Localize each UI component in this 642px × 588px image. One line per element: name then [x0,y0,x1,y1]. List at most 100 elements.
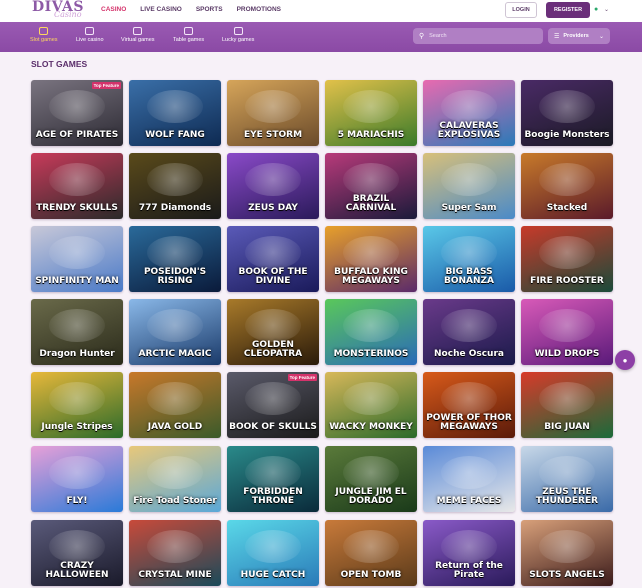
game-tile[interactable]: BIG JUAN [521,372,613,438]
game-tile[interactable]: ZEUS DAY [227,153,319,219]
login-button[interactable]: LOGIN [505,2,537,18]
providers-label: Providers [563,33,589,39]
game-tile[interactable]: FLY! [31,446,123,512]
game-title: ZEUS THE THUNDERER [535,487,599,506]
category-live-casino[interactable]: Live casino [76,27,104,49]
filter-icon: ☰ [554,33,560,40]
game-tile[interactable]: WOLF FANG [129,80,221,146]
game-tile[interactable]: EYE STORM [227,80,319,146]
game-tile[interactable]: Fire Toad Stoner [129,446,221,512]
tile-artwork [539,455,595,489]
game-title: Dragon Hunter [39,349,115,359]
game-tile[interactable]: BRAZIL CARNIVAL [325,153,417,219]
game-tile[interactable]: Stacked [521,153,613,219]
tile-artwork [343,529,399,563]
game-tile[interactable]: BOOK OF SKULLS Top Feature [227,372,319,438]
tile-artwork [245,381,301,415]
game-title: OPEN TOMB [340,570,402,580]
tile-artwork [441,308,497,342]
tile-artwork [245,162,301,196]
game-tile[interactable]: MEME FACES [423,446,515,512]
game-title: FLY! [66,496,88,506]
game-tile[interactable]: JAVA GOLD [129,372,221,438]
game-tile[interactable]: WILD DROPS [521,299,613,365]
nav-promotions[interactable]: PROMOTIONS [237,6,281,13]
game-tile[interactable]: MONSTERINOS [325,299,417,365]
game-tile[interactable]: BUFFALO KING MEGAWAYS [325,226,417,292]
tile-artwork [539,89,595,123]
chevron-down-icon[interactable]: ⌄ [604,6,609,13]
game-title: 5 MARIACHIS [337,130,405,140]
tile-artwork [147,455,203,489]
game-tile[interactable]: JUNGLE JIM EL DORADO [325,446,417,512]
tile-artwork [343,308,399,342]
game-tile[interactable]: FIRE ROOSTER [521,226,613,292]
tile-artwork [49,162,105,196]
nav-sports[interactable]: SPORTS [196,6,223,13]
section-title: SLOT GAMES [31,59,88,69]
game-title: ARCTIC MAGIC [138,349,212,359]
game-title: WACKY MONKEY [329,422,413,432]
game-tile[interactable]: SLOTS ANGELS [521,520,613,586]
game-title: BOOK OF SKULLS [229,422,317,432]
nav-casino[interactable]: CASINO [101,6,126,13]
logo[interactable]: DIVAS Casino [32,0,92,22]
tile-artwork [343,381,399,415]
game-tile[interactable]: AGE OF PIRATES Top Feature [31,80,123,146]
tile-artwork [147,162,203,196]
game-tile[interactable]: POSEIDON'S RISING [129,226,221,292]
game-tile[interactable]: ARCTIC MAGIC [129,299,221,365]
game-tile[interactable]: CRYSTAL MINE [129,520,221,586]
globe-icon[interactable]: ● [594,6,598,13]
game-tile[interactable]: BOOK OF THE DIVINE [227,226,319,292]
game-tile[interactable]: ZEUS THE THUNDERER [521,446,613,512]
category-lucky-games[interactable]: Lucky games [222,27,254,49]
game-tile[interactable]: Dragon Hunter [31,299,123,365]
game-title: BIG JUAN [544,422,590,432]
game-title: CRYSTAL MINE [138,570,212,580]
register-button[interactable]: REGISTER [546,2,590,18]
game-title: Jungle Stripes [41,422,113,432]
game-tile[interactable]: 777 Diamonds [129,153,221,219]
tile-artwork [245,235,301,269]
game-tile[interactable]: CRAZY HALLOWEEN [31,520,123,586]
game-tile[interactable]: FORBIDDEN THRONE [227,446,319,512]
tile-artwork [147,235,203,269]
game-title: 777 Diamonds [138,203,212,213]
game-title: WILD DROPS [534,349,600,359]
category-slot-games[interactable]: Slot games [30,27,58,49]
game-tile[interactable]: Noche Oscura [423,299,515,365]
tile-artwork [539,308,595,342]
game-tile[interactable]: 5 MARIACHIS [325,80,417,146]
game-tile[interactable]: POWER OF THOR MEGAWAYS [423,372,515,438]
game-tile[interactable]: SPINFINITY MAN [31,226,123,292]
tile-artwork [343,455,399,489]
category-virtual-games[interactable]: Virtual games [121,27,155,49]
feature-badge: Top Feature [287,374,317,381]
chat-button[interactable]: ● [615,350,635,370]
game-tile[interactable]: Boogie Monsters [521,80,613,146]
game-tile[interactable]: Jungle Stripes [31,372,123,438]
game-tile[interactable]: TRENDY SKULLS [31,153,123,219]
game-tile[interactable]: CALAVERAS EXPLOSIVAS [423,80,515,146]
game-title: Fire Toad Stoner [133,496,217,506]
game-tile[interactable]: OPEN TOMB [325,520,417,586]
game-tile[interactable]: BIG BASS BONANZA [423,226,515,292]
game-title: JUNGLE JIM EL DORADO [335,487,407,506]
game-title: JAVA GOLD [147,422,203,432]
game-tile[interactable]: Return of the Pirate [423,520,515,586]
game-title: BIG BASS BONANZA [443,267,495,286]
game-tile[interactable]: WACKY MONKEY [325,372,417,438]
nav-live-casino[interactable]: LIVE CASINO [140,6,182,13]
feature-badge: Top Feature [91,82,121,89]
tile-artwork [441,455,497,489]
providers-dropdown[interactable]: ☰ Providers ⌄ [548,28,610,44]
game-tile[interactable]: GOLDEN CLEOPATRA [227,299,319,365]
category-table-games[interactable]: Table games [173,27,204,49]
game-tile[interactable]: HUGE CATCH [227,520,319,586]
search-input[interactable]: ⚲ Search [413,28,543,44]
game-title: Stacked [546,203,588,213]
game-tile[interactable]: Super Sam [423,153,515,219]
game-title: BUFFALO KING MEGAWAYS [334,267,408,286]
tile-artwork [49,308,105,342]
